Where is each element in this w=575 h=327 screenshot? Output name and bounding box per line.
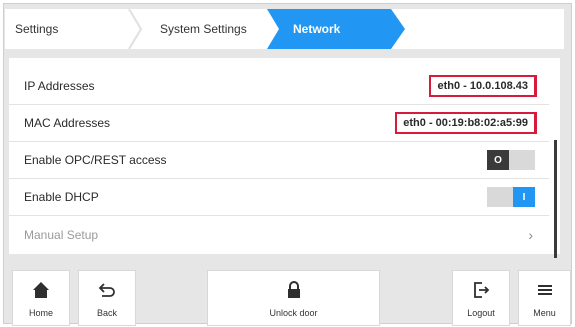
toggle-on-knob: I (513, 187, 535, 207)
back-label: Back (96, 307, 117, 318)
network-settings-list: IP Addresses eth0 - 10.0.108.43 MAC Addr… (9, 58, 560, 258)
chevron-right-icon: › (528, 226, 533, 243)
toggle-off-knob: O (487, 150, 509, 170)
opc-rest-access-row: Enable OPC/REST access O (9, 142, 549, 179)
unlock-door-label: Unlock door (269, 307, 318, 318)
enable-dhcp-row: Enable DHCP I (9, 179, 549, 216)
ip-addresses-value: eth0 - 10.0.108.43 (429, 75, 537, 97)
breadcrumb-network[interactable]: Network (267, 9, 407, 49)
breadcrumb: Settings System Settings Network (5, 9, 564, 49)
ip-addresses-row[interactable]: IP Addresses eth0 - 10.0.108.43 (9, 68, 549, 105)
enable-dhcp-label: Enable DHCP (24, 190, 99, 204)
manual-setup-row[interactable]: Manual Setup › (9, 216, 549, 253)
menu-button[interactable]: Menu (518, 270, 571, 326)
hamburger-menu-icon (537, 284, 552, 295)
manual-setup-label: Manual Setup (24, 227, 99, 242)
back-button[interactable]: Back (78, 270, 136, 326)
home-button[interactable]: Home (12, 270, 70, 326)
breadcrumb-network-label: Network (293, 22, 341, 36)
enable-dhcp-toggle[interactable]: I (487, 187, 535, 207)
ip-addresses-label: IP Addresses (24, 79, 95, 93)
opc-rest-access-toggle[interactable]: O (487, 150, 535, 170)
unlock-door-button[interactable]: Unlock door (207, 270, 380, 326)
logout-icon (474, 281, 490, 298)
menu-label: Menu (533, 307, 556, 318)
breadcrumb-settings-label: Settings (15, 22, 59, 36)
back-arrow-icon (98, 282, 115, 297)
lock-icon (287, 280, 300, 298)
home-icon (33, 281, 49, 298)
list-scrollbar[interactable] (554, 140, 557, 258)
breadcrumb-system-settings-label: System Settings (160, 22, 247, 36)
mac-addresses-value: eth0 - 00:19:b8:02:a5:99 (395, 112, 537, 134)
mac-addresses-label: MAC Addresses (24, 116, 111, 130)
breadcrumb-system-settings[interactable]: System Settings (130, 9, 280, 49)
home-label: Home (28, 307, 53, 318)
logout-label: Logout (467, 307, 495, 318)
opc-rest-access-label: Enable OPC/REST access (24, 153, 167, 167)
breadcrumb-settings[interactable]: Settings (5, 9, 137, 49)
mac-addresses-row[interactable]: MAC Addresses eth0 - 00:19:b8:02:a5:99 (9, 105, 549, 142)
logout-button[interactable]: Logout (452, 270, 510, 326)
